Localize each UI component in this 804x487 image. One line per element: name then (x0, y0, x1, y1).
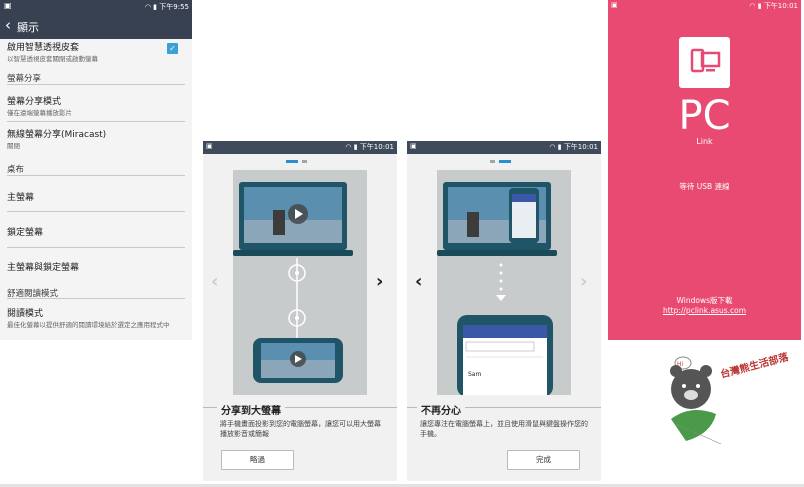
lock-screen-item[interactable]: 鎖定螢幕 (7, 225, 43, 238)
divider (7, 247, 185, 248)
battery-icon: ▮ (153, 3, 158, 11)
onboard-heading: 不再分心 (417, 402, 465, 417)
onboard-heading: 分享到大螢幕 (217, 402, 285, 417)
notification-icon: ▣ (206, 142, 213, 150)
smart-cover-checkbox[interactable]: ✓ (167, 43, 178, 54)
section-header-share: 螢幕分享 (7, 74, 42, 84)
reading-mode-row[interactable]: 閱讀模式 最佳化螢幕以提供舒適的閱讀環境給於選定之應用程式中 (7, 306, 185, 329)
notification-icon: ▣ (4, 1, 12, 10)
pc-link-app-icon (679, 37, 730, 88)
notification-icon: ▣ (611, 1, 618, 9)
battery-icon: ▮ (757, 2, 762, 10)
onboard-body: 讓您專注在電腦螢幕上，並且使用滑鼠與鍵盤操作您的手機。 (420, 420, 588, 438)
prev-arrow-icon[interactable]: ‹ (415, 271, 422, 292)
divider (7, 84, 185, 85)
miracast-title: 無線螢幕分享(Miracast) (7, 130, 107, 140)
share-mode-title: 螢幕分享模式 (7, 97, 62, 107)
connection-status: 等待 USB 連線 (679, 182, 730, 191)
home-and-lock-item[interactable]: 主螢幕與鎖定螢幕 (7, 260, 79, 273)
page-dot (302, 160, 307, 163)
page-dot-active (286, 160, 298, 163)
status-time: 下午10:01 (763, 2, 798, 10)
divider (7, 121, 185, 122)
next-arrow-icon[interactable]: › (376, 271, 383, 292)
status-bar: ▣ ◠ ▮ 下午9:55 (0, 0, 192, 13)
download-link[interactable]: http://pclink.asus.com (608, 306, 801, 315)
status-bar: ▣ ◠ ▮ 下午10:01 (608, 0, 801, 13)
reading-mode-sub: 最佳化螢幕以提供舒適的閱讀環境給於選定之應用程式中 (7, 321, 170, 329)
reading-mode-title: 閱讀模式 (7, 309, 44, 319)
miracast-row[interactable]: 無線螢幕分享(Miracast) 關閉 (7, 127, 185, 150)
app-bar: ‹ 顯示 (0, 13, 192, 39)
wifi-icon: ◠ (144, 3, 151, 11)
download-label: Windows版下載 (676, 296, 733, 305)
page-indicator (490, 160, 518, 163)
prev-arrow-icon[interactable]: ‹ (211, 271, 218, 292)
status-bar: ▣ ◠ ▮ 下午10:01 (203, 141, 397, 154)
focus-illustration: Sam (437, 170, 571, 397)
share-illustration (233, 170, 367, 395)
smart-cover-row[interactable]: 啟用智慧透視皮套 以智慧透視皮套關閉或啟動螢幕 (7, 40, 177, 63)
divider (7, 298, 185, 299)
divider (7, 211, 185, 212)
status-time: 下午10:01 (563, 143, 598, 151)
wifi-icon: ◠ (749, 2, 756, 10)
back-icon[interactable]: ‹ (5, 16, 11, 34)
skip-button[interactable]: 略過 (221, 450, 294, 470)
status-time: 下午9:55 (159, 3, 189, 11)
page-dot-active (499, 160, 511, 163)
onboard-body: 將手機畫面投影到您的電腦螢幕，讓您可以用大螢幕播放影音或簡報 (220, 420, 381, 438)
done-button[interactable]: 完成 (507, 450, 580, 470)
phone-to-field-value: Sam (468, 371, 482, 378)
home-screen-item[interactable]: 主螢幕 (7, 190, 34, 203)
miracast-sub: 關閉 (7, 142, 20, 150)
onboarding-screen-1: ▣ ◠ ▮ 下午10:01 ‹ › 分享到大螢幕 將手機畫面投影到您的電腦螢幕，… (203, 141, 397, 481)
smart-cover-sub: 以智慧透視皮套關閉或啟動螢幕 (7, 55, 98, 63)
wifi-icon: ◠ (345, 143, 352, 151)
settings-screen: ▣ ◠ ▮ 下午9:55 ‹ 顯示 啟用智慧透視皮套 以智慧透視皮套關閉或啟動螢… (0, 0, 192, 340)
laptop-to-phone-graphic (233, 182, 353, 383)
battery-icon: ▮ (353, 143, 358, 151)
page-title: 顯示 (17, 21, 39, 34)
status-time: 下午10:01 (359, 143, 394, 151)
page-indicator (286, 160, 314, 163)
battery-icon: ▮ (557, 143, 562, 151)
logo-link-text: Link (696, 137, 713, 146)
status-bar: ▣ ◠ ▮ 下午10:01 (407, 141, 601, 154)
next-arrow-icon[interactable]: › (580, 271, 587, 292)
devices-icon (690, 48, 721, 73)
pc-link-screen: ▣ ◠ ▮ 下午10:01 PC Link 等待 USB 連線 Windows版… (608, 0, 801, 340)
page-dot (490, 160, 495, 163)
wifi-icon: ◠ (549, 143, 556, 151)
watermark-logo: Hi 台灣熊生活部落 (661, 349, 791, 454)
share-mode-sub: 僅在遠端螢幕播放影片 (7, 109, 72, 117)
laptop-phone-control-graphic (437, 182, 557, 397)
section-header-wallpaper: 桌布 (7, 165, 25, 175)
onboarding-screen-2: ▣ ◠ ▮ 下午10:01 Sam ‹ › 不再分心 讓您專注在電腦螢幕上，並且… (407, 141, 601, 481)
divider (7, 175, 185, 176)
notification-icon: ▣ (410, 142, 417, 150)
logo-pc-text: PC (678, 93, 731, 139)
smart-cover-title: 啟用智慧透視皮套 (7, 43, 80, 53)
share-mode-row[interactable]: 螢幕分享模式 僅在遠端螢幕播放影片 (7, 94, 185, 117)
